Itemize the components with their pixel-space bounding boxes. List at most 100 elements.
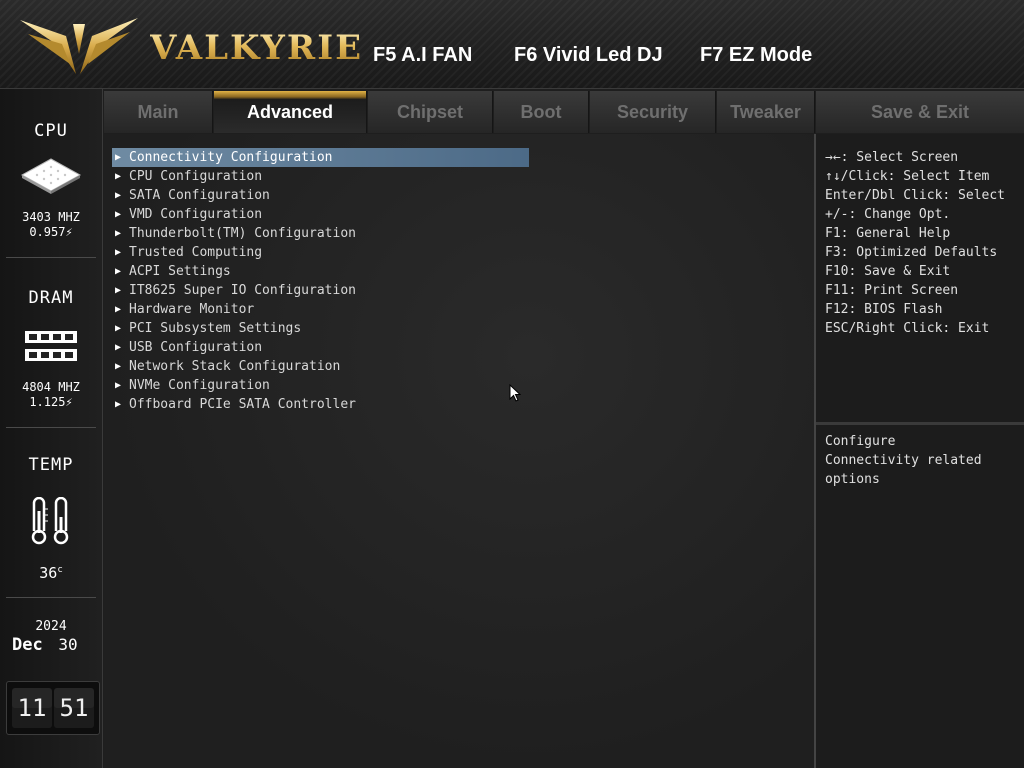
description-line: options bbox=[825, 472, 880, 487]
cpu-frequency: 3403 MHZ bbox=[22, 210, 80, 224]
lightning-icon: ⚡ bbox=[65, 395, 73, 409]
sidebar-divider bbox=[6, 427, 96, 428]
advanced-menu: ▶ Connectivity Configuration ▶ CPU Configu… bbox=[112, 148, 632, 414]
submenu-arrow-icon: ▶ bbox=[115, 190, 122, 201]
menu-item-cpu-configuration[interactable]: ▶ CPU Configuration bbox=[112, 167, 529, 186]
key-help-list: →←: Select Screen ↑↓/Click: Select Item … bbox=[825, 148, 1005, 338]
temp-title: TEMP bbox=[28, 455, 74, 475]
status-sidebar: CPU 3403 MHZ 0.957⚡ DRAM 4804 MHZ 1.125⚡… bbox=[0, 89, 103, 768]
help-line: F12: BIOS Flash bbox=[825, 302, 943, 317]
menu-item-label: SATA Configuration bbox=[129, 188, 270, 203]
menu-item-network-stack-configuration[interactable]: ▶ Network Stack Configuration bbox=[112, 357, 529, 376]
help-line: Enter/Dbl Click: Select bbox=[825, 188, 1006, 203]
help-line: F3: Optimized Defaults bbox=[825, 245, 998, 260]
help-line: F1: General Help bbox=[825, 226, 951, 241]
vivid-led-dj-hotkey[interactable]: F6 Vivid Led DJ bbox=[514, 44, 663, 67]
description-line: Connectivity related bbox=[825, 453, 982, 468]
sidebar-divider bbox=[6, 597, 96, 598]
winged-logo-icon bbox=[20, 18, 138, 74]
menu-item-label: VMD Configuration bbox=[129, 207, 263, 222]
tab-bar: Main Advanced Chipset Boot Security Twea… bbox=[104, 89, 1024, 133]
cpu-title: CPU bbox=[34, 121, 68, 141]
tab-chipset[interactable]: Chipset bbox=[368, 91, 493, 133]
brand-logo-text: VALKYRIE bbox=[150, 28, 364, 68]
cpu-chip-icon bbox=[20, 158, 82, 194]
temp-reading: 36c bbox=[0, 563, 102, 581]
mouse-pointer-icon bbox=[509, 384, 521, 402]
tab-save-exit[interactable]: Save & Exit bbox=[816, 91, 1024, 133]
ai-fan-hotkey[interactable]: F5 A.I FAN bbox=[373, 44, 472, 67]
help-panel: →←: Select Screen ↑↓/Click: Select Item … bbox=[816, 134, 1024, 768]
item-description: Configure Connectivity related options bbox=[825, 432, 982, 489]
clock-display: 11 51 bbox=[6, 681, 100, 735]
clock-hours: 11 bbox=[12, 688, 52, 728]
menu-item-trusted-computing[interactable]: ▶ Trusted Computing bbox=[112, 243, 529, 262]
menu-item-sata-configuration[interactable]: ▶ SATA Configuration bbox=[112, 186, 529, 205]
submenu-arrow-icon: ▶ bbox=[115, 380, 122, 391]
lightning-icon: ⚡ bbox=[65, 225, 73, 239]
tab-main[interactable]: Main bbox=[104, 91, 213, 133]
tab-boot[interactable]: Boot bbox=[494, 91, 589, 133]
date-row: Dec 30 bbox=[12, 635, 78, 655]
clock-minutes: 51 bbox=[54, 688, 94, 728]
menu-item-offboard-pcie-sata-controller[interactable]: ▶ Offboard PCIe SATA Controller bbox=[112, 395, 529, 414]
help-line: ↑↓/Click: Select Item bbox=[825, 169, 990, 184]
submenu-arrow-icon: ▶ bbox=[115, 266, 122, 277]
submenu-arrow-icon: ▶ bbox=[115, 247, 122, 258]
menu-item-super-io-configuration[interactable]: ▶ IT8625 Super IO Configuration bbox=[112, 281, 529, 300]
tab-security[interactable]: Security bbox=[590, 91, 716, 133]
submenu-arrow-icon: ▶ bbox=[115, 171, 122, 182]
menu-item-hardware-monitor[interactable]: ▶ Hardware Monitor bbox=[112, 300, 529, 319]
menu-item-label: Hardware Monitor bbox=[129, 302, 255, 317]
tab-tweaker[interactable]: Tweaker bbox=[717, 91, 815, 133]
main-panel: ▶ Connectivity Configuration ▶ CPU Configu… bbox=[104, 134, 814, 768]
help-line: →←: Select Screen bbox=[825, 150, 959, 165]
menu-item-label: Thunderbolt(TM) Configuration bbox=[129, 226, 356, 241]
menu-item-pci-subsystem-settings[interactable]: ▶ PCI Subsystem Settings bbox=[112, 319, 529, 338]
memory-module-icon bbox=[25, 331, 77, 361]
submenu-arrow-icon: ▶ bbox=[115, 323, 122, 334]
help-line: +/-: Change Opt. bbox=[825, 207, 951, 222]
menu-item-label: PCI Subsystem Settings bbox=[129, 321, 302, 336]
help-line: F10: Save & Exit bbox=[825, 264, 951, 279]
submenu-arrow-icon: ▶ bbox=[115, 228, 122, 239]
cpu-voltage: 0.957 bbox=[29, 225, 66, 239]
submenu-arrow-icon: ▶ bbox=[115, 399, 122, 410]
menu-item-label: Offboard PCIe SATA Controller bbox=[129, 397, 356, 412]
sidebar-divider bbox=[6, 257, 96, 258]
menu-item-usb-configuration[interactable]: ▶ USB Configuration bbox=[112, 338, 529, 357]
menu-item-label: Connectivity Configuration bbox=[129, 150, 333, 165]
ez-mode-hotkey[interactable]: F7 EZ Mode bbox=[700, 44, 812, 67]
temp-value: 36 bbox=[39, 564, 58, 582]
menu-item-label: NVMe Configuration bbox=[129, 378, 270, 393]
menu-item-nvme-configuration[interactable]: ▶ NVMe Configuration bbox=[112, 376, 529, 395]
cpu-voltage-row: 0.957⚡ bbox=[0, 225, 102, 240]
date-day: 30 bbox=[58, 635, 78, 654]
submenu-arrow-icon: ▶ bbox=[115, 304, 122, 315]
menu-item-label: USB Configuration bbox=[129, 340, 263, 355]
temp-unit: c bbox=[57, 565, 63, 575]
dram-title: DRAM bbox=[28, 288, 74, 308]
menu-item-label: CPU Configuration bbox=[129, 169, 263, 184]
submenu-arrow-icon: ▶ bbox=[115, 152, 122, 163]
help-divider bbox=[816, 422, 1024, 425]
menu-item-label: ACPI Settings bbox=[129, 264, 231, 279]
menu-item-vmd-configuration[interactable]: ▶ VMD Configuration bbox=[112, 205, 529, 224]
dram-voltage-row: 1.125⚡ bbox=[0, 395, 102, 410]
menu-item-label: Trusted Computing bbox=[129, 245, 263, 260]
thermometer-icon bbox=[31, 497, 69, 545]
help-line: F11: Print Screen bbox=[825, 283, 959, 298]
dram-voltage: 1.125 bbox=[29, 395, 66, 409]
submenu-arrow-icon: ▶ bbox=[115, 209, 122, 220]
menu-item-thunderbolt-configuration[interactable]: ▶ Thunderbolt(TM) Configuration bbox=[112, 224, 529, 243]
menu-item-connectivity-configuration[interactable]: ▶ Connectivity Configuration bbox=[112, 148, 529, 167]
date-month: Dec bbox=[12, 635, 43, 655]
submenu-arrow-icon: ▶ bbox=[115, 285, 122, 296]
header-bar: VALKYRIE F5 A.I FAN F6 Vivid Led DJ F7 E… bbox=[0, 0, 1024, 89]
submenu-arrow-icon: ▶ bbox=[115, 361, 122, 372]
menu-item-label: Network Stack Configuration bbox=[129, 359, 341, 374]
description-line: Configure bbox=[825, 434, 896, 449]
tab-advanced[interactable]: Advanced bbox=[214, 91, 367, 133]
menu-item-label: IT8625 Super IO Configuration bbox=[129, 283, 356, 298]
menu-item-acpi-settings[interactable]: ▶ ACPI Settings bbox=[112, 262, 529, 281]
